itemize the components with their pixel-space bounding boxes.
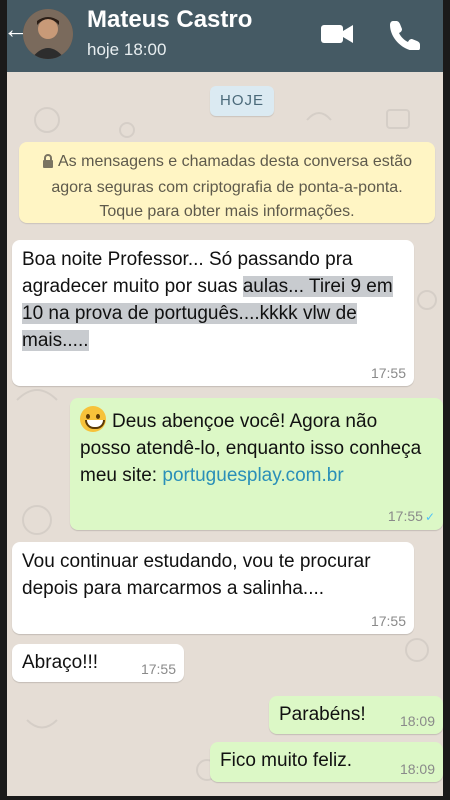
message-time: 17:55 ✓ <box>387 508 435 524</box>
read-receipt-icon: ✓ <box>424 510 435 524</box>
message-text: Fico muito feliz. <box>220 750 352 771</box>
message-bubble-outgoing[interactable]: Deus abençoe você! Agora não posso atend… <box>70 398 443 530</box>
video-call-icon[interactable] <box>319 18 355 50</box>
phone-call-icon[interactable] <box>387 18 423 50</box>
lock-icon <box>42 152 54 176</box>
message-time: 18:09 <box>399 713 435 729</box>
message-text: Abraço!!! <box>22 652 99 673</box>
message-bubble-outgoing[interactable]: Parabéns! 18:09 <box>269 696 443 734</box>
message-time: 17:55 <box>370 365 406 381</box>
message-bubble-outgoing[interactable]: Fico muito feliz. 18:09 <box>210 742 443 782</box>
message-time: 17:55 <box>140 661 176 677</box>
date-separator: HOJE <box>210 86 275 116</box>
site-link[interactable]: portuguesplay.com.br <box>162 465 343 486</box>
message-text: Parabéns! <box>279 704 366 725</box>
chat-header: ← Mateus Castro hoje 18:00 <box>7 0 443 72</box>
last-seen-status: hoje 18:00 <box>87 40 167 59</box>
encryption-text: As mensagens e chamadas desta conversa e… <box>51 153 412 220</box>
chat-screen: ← Mateus Castro hoje 18:00 HOJE As mensa… <box>7 0 443 796</box>
message-bubble-incoming[interactable]: Boa noite Professor... Só passando pra a… <box>12 240 414 386</box>
message-bubble-incoming[interactable]: Abraço!!! 17:55 <box>12 644 184 682</box>
grinning-face-emoji-icon <box>80 406 106 432</box>
message-text: Vou continuar estudando, vou te procurar… <box>22 551 371 599</box>
contact-name[interactable]: Mateus Castro <box>87 6 252 34</box>
avatar[interactable] <box>23 9 73 59</box>
encryption-notice[interactable]: As mensagens e chamadas desta conversa e… <box>19 142 435 223</box>
message-bubble-incoming[interactable]: Vou continuar estudando, vou te procurar… <box>12 542 414 634</box>
message-time: 18:09 <box>399 761 435 777</box>
message-time: 17:55 <box>370 613 406 629</box>
